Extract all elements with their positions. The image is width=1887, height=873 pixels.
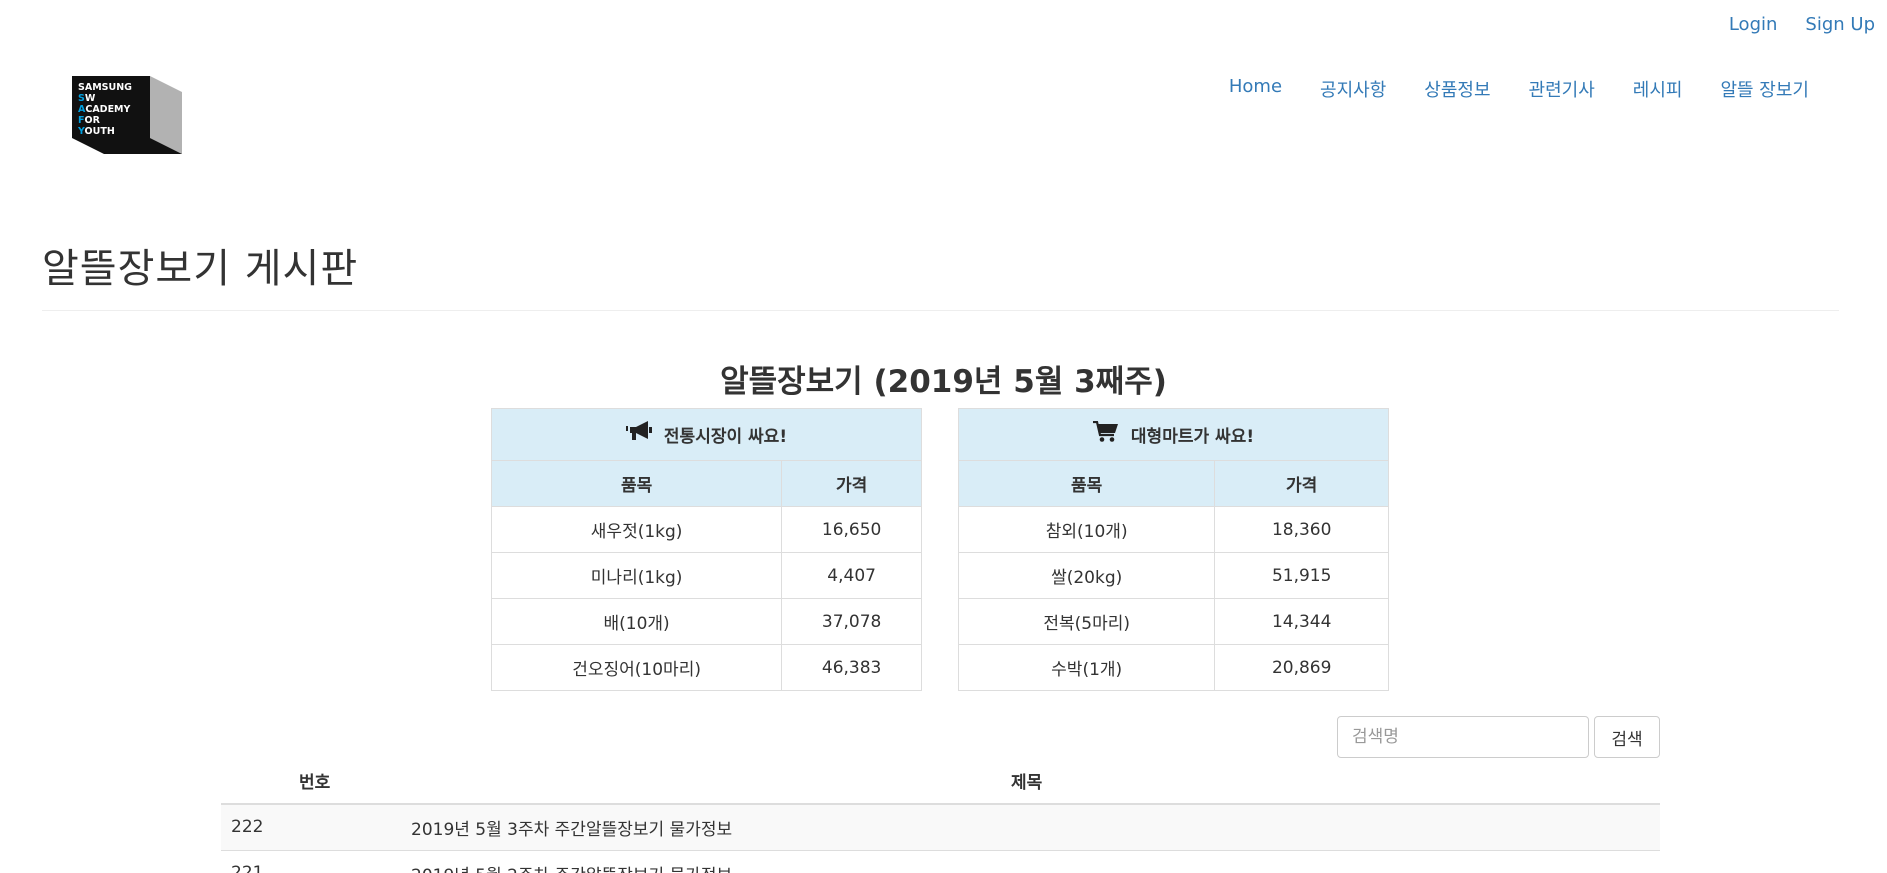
table-row[interactable]: 221 2019년 5월 2주차 주간알뜰장보기 물가정보	[221, 850, 1660, 873]
mart-caption-text: 대형마트가 싸요!	[1130, 427, 1255, 447]
board-col-subject: 제목	[411, 758, 1660, 805]
price-cell: 14,344	[1214, 598, 1389, 645]
item-cell: 배(10개)	[490, 598, 783, 645]
signup-link[interactable]: Sign Up	[1805, 14, 1875, 35]
section-title: 알뜰장보기 (2019년 5월 3째주)	[720, 364, 1167, 400]
price-cell: 4,407	[781, 552, 922, 599]
svg-text:SW: SW	[78, 93, 96, 104]
market-col-price: 가격	[781, 460, 922, 507]
bullhorn-icon	[625, 421, 652, 448]
post-number: 221	[221, 850, 411, 873]
table-row: 미나리(1kg) 4,407	[490, 552, 922, 599]
traditional-market-table: 전통시장이 싸요! 품목 가격 새우젓(1kg) 16,650 미나리(1kg) 4…	[490, 408, 922, 691]
mart-col-price: 가격	[1214, 460, 1389, 507]
table-row[interactable]: 222 2019년 5월 3주차 주간알뜰장보기 물가정보	[221, 804, 1660, 851]
board-col-number: 번호	[221, 758, 411, 805]
market-table-caption: 전통시장이 싸요!	[491, 408, 922, 461]
nav-smart-shopping[interactable]: 알뜰 장보기	[1720, 76, 1809, 102]
title-divider	[42, 310, 1839, 311]
item-cell: 참외(10개)	[957, 506, 1216, 553]
nav-notice[interactable]: 공지사항	[1320, 76, 1386, 102]
table-row: 전복(5마리) 14,344	[957, 598, 1389, 645]
login-link[interactable]: Login	[1729, 14, 1778, 35]
item-cell: 건오징어(10마리)	[490, 644, 783, 691]
table-row: 수박(1개) 20,869	[957, 644, 1389, 691]
board-table: 번호 제목 222 2019년 5월 3주차 주간알뜰장보기 물가정보 221 …	[221, 758, 1660, 873]
main-nav: Home 공지사항 상품정보 관련기사 레시피 알뜰 장보기	[1229, 76, 1809, 102]
mart-table-caption: 대형마트가 싸요!	[958, 408, 1389, 461]
post-number: 222	[221, 804, 411, 851]
nav-home[interactable]: Home	[1229, 76, 1282, 102]
samsung-sw-academy-logo[interactable]: SAMSUNG SW ACADEMY FOR YOUTH	[72, 76, 182, 154]
svg-text:FOR: FOR	[78, 115, 101, 126]
price-cell: 20,869	[1214, 644, 1389, 691]
table-row: 배(10개) 37,078	[490, 598, 922, 645]
page-title: 알뜰장보기 게시판	[42, 246, 359, 292]
nav-articles[interactable]: 관련기사	[1529, 76, 1595, 102]
large-mart-table: 대형마트가 싸요! 품목 가격 참외(10개) 18,360 쌀(20kg) 51,…	[957, 408, 1389, 691]
search-input[interactable]	[1337, 716, 1589, 758]
price-cell: 51,915	[1214, 552, 1389, 599]
post-title-link[interactable]: 2019년 5월 2주차 주간알뜰장보기 물가정보	[411, 850, 1660, 873]
table-row: 건오징어(10마리) 46,383	[490, 644, 922, 691]
nav-product-info[interactable]: 상품정보	[1424, 76, 1490, 102]
svg-text:YOUTH: YOUTH	[77, 126, 115, 137]
item-cell: 전복(5마리)	[957, 598, 1216, 645]
table-row: 쌀(20kg) 51,915	[957, 552, 1389, 599]
post-title-link[interactable]: 2019년 5월 3주차 주간알뜰장보기 물가정보	[411, 804, 1660, 851]
price-cell: 18,360	[1214, 506, 1389, 553]
table-row: 새우젓(1kg) 16,650	[490, 506, 922, 553]
svg-text:ACADEMY: ACADEMY	[78, 104, 131, 115]
shopping-cart-icon	[1092, 420, 1119, 448]
top-links: Login Sign Up	[1729, 14, 1875, 35]
item-cell: 쌀(20kg)	[957, 552, 1216, 599]
nav-recipe[interactable]: 레시피	[1633, 76, 1683, 102]
item-cell: 새우젓(1kg)	[490, 506, 783, 553]
price-cell: 16,650	[781, 506, 922, 553]
market-caption-text: 전통시장이 싸요!	[663, 427, 788, 447]
price-cell: 46,383	[781, 644, 922, 691]
item-cell: 수박(1개)	[957, 644, 1216, 691]
item-cell: 미나리(1kg)	[490, 552, 783, 599]
svg-text:SAMSUNG: SAMSUNG	[78, 82, 132, 93]
price-cell: 37,078	[781, 598, 922, 645]
table-row: 참외(10개) 18,360	[957, 506, 1389, 553]
market-col-item: 품목	[490, 460, 783, 507]
search-button[interactable]: 검색	[1594, 716, 1660, 758]
mart-col-item: 품목	[957, 460, 1216, 507]
